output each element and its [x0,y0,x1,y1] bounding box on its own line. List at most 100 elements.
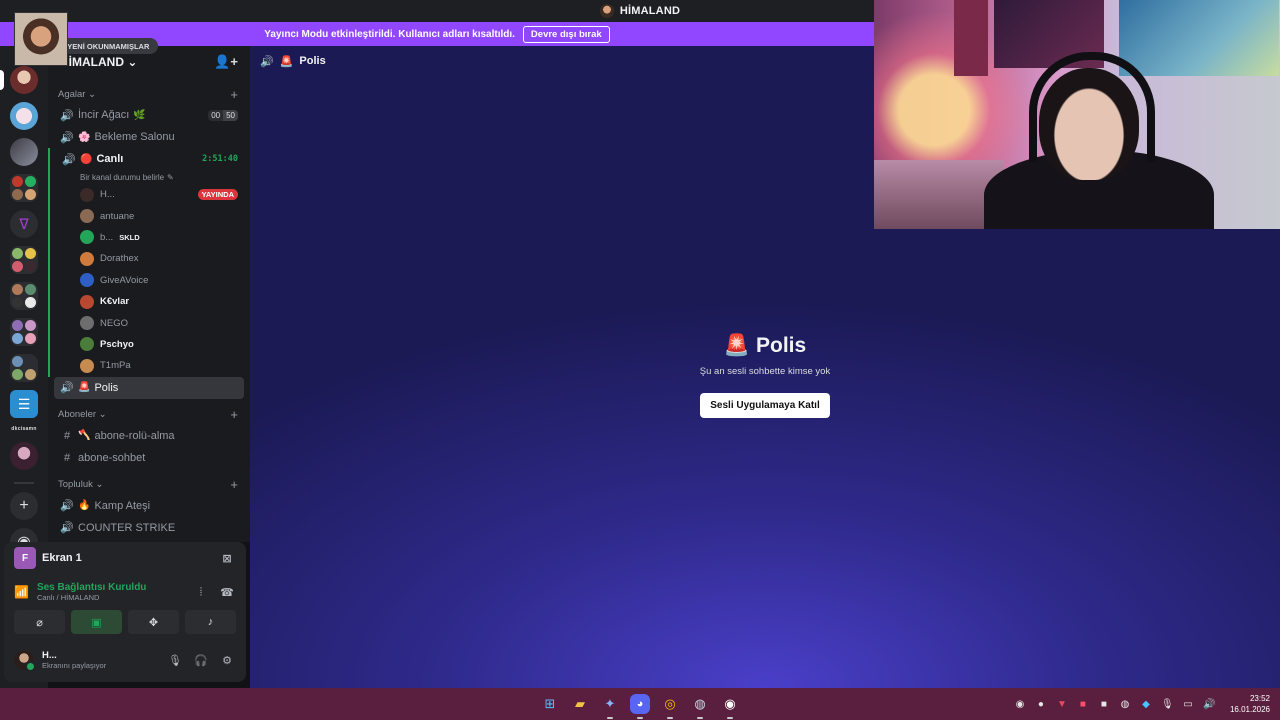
category-aboneler[interactable]: Aboneler ⌄ + [48,405,250,425]
tray-app-icon[interactable]: ■ [1098,699,1110,710]
network-icon[interactable]: ▭ [1182,699,1194,710]
clock[interactable]: 23:52 16.01.2026 [1230,693,1270,715]
server-avatar-icon [599,4,614,18]
app-icon[interactable]: ✦ [600,694,620,719]
invite-people-icon[interactable]: 👤+ [214,54,238,70]
channel-label: Bekleme Salonu [94,131,175,143]
avatar[interactable] [14,650,36,672]
voice-user[interactable]: K€vlar [50,291,250,312]
microphone-icon[interactable]: 🎙 [166,654,184,667]
empty-state-text: Şu an sesli sohbette kimse yok [699,366,831,377]
file-explorer-icon[interactable]: ▰ [570,694,590,714]
channel-status-setter[interactable]: Bir kanal durumu belirle ✎ [80,170,250,184]
server-icon-wolf[interactable]: ᐁ [10,210,38,238]
hashtag-icon: # [63,429,71,442]
leaf-icon: 🌿 [133,109,146,121]
channel-label: Kamp Ateşi [94,499,151,512]
disconnect-icon[interactable]: ☎ [218,586,236,599]
category-agalar[interactable]: Agalar ⌄ + [48,84,250,104]
category-label: Topluluk [58,479,93,491]
pencil-icon: ✎ [167,172,174,182]
server-icon-himaland[interactable] [0,66,38,94]
voice-channel-kamp[interactable]: 🔊 🔥 Kamp Ateşi [54,495,244,517]
text-channel-abone-rolu[interactable]: # 🪓 abone-rolü-alma [54,425,244,447]
server-folder[interactable] [10,318,38,346]
obs-icon[interactable]: ◉ [720,694,740,719]
voice-user[interactable]: antuane [50,205,250,226]
voice-user[interactable]: H... YAYINDA [50,184,250,205]
windows-taskbar: ⊞ ▰ ✦ ◕ ◎ ◍ ◉ ◉ ● ▼ ■ ■ ◍ ◆ 🎙 ▭ 🔊 23:52 … [0,688,1280,720]
speaker-icon: 🔊 [60,109,74,122]
voice-channel-polis[interactable]: 🔊 🚨 Polis [54,376,244,399]
chrome-icon[interactable]: ◎ [660,694,680,719]
voice-user[interactable]: b... SKLD [50,227,250,248]
clock-date: 16.01.2026 [1229,705,1270,714]
channel-sidebar: HİMALAND ⌄ 👤+ Agalar ⌄ + 🔊 İncir Ağacı 🌿… [48,46,250,542]
avatar [80,358,94,373]
text-channel-abone-sohbet[interactable]: # abone-sohbet [54,447,244,469]
windows-start-icon[interactable]: ⊞ [540,694,560,714]
add-channel-icon[interactable]: + [230,477,238,492]
server-folder[interactable] [10,354,38,382]
voice-channel-incir[interactable]: 🔊 İncir Ağacı 🌿 00 50 [54,104,244,126]
connection-status[interactable]: Ses Bağlantısı Kuruldu [37,582,146,593]
camera-off-icon[interactable]: ⌀ [14,610,65,634]
voice-user-name: T1mPa [100,360,131,372]
add-channel-icon[interactable]: + [230,407,238,422]
signal-icon[interactable]: 📶 [14,585,29,599]
avatar [80,187,94,202]
channel-label: İncir Ağacı [78,109,130,121]
webcam-overlay [874,0,1280,229]
server-icon[interactable] [10,138,38,166]
activities-icon[interactable]: ✥ [128,610,179,634]
voice-channel-counter[interactable]: 🔊 COUNTER STRIKE [54,517,244,539]
voice-channel-canli[interactable]: 🔊 🔴 Canlı 2:51:40 [56,148,244,170]
tray-app-icon[interactable]: ● [1035,699,1047,710]
gear-icon[interactable]: ⚙ [218,654,236,667]
tray-app-icon[interactable]: ■ [1077,699,1089,710]
voice-user[interactable]: Dorathex [50,248,250,269]
avatar [80,251,94,266]
tray-app-icon[interactable]: ◆ [1140,699,1152,710]
headphones-icon[interactable]: 🎧 [192,654,210,667]
user-area: H... Ekranını paylaşıyor 🎙 🎧 ⚙ [4,640,246,680]
voice-connection-row: 📶 Ses Bağlantısı Kuruldu Canlı / HİMALAN… [4,574,246,610]
connection-channel[interactable]: Canlı / HİMALAND [37,593,146,602]
user-name[interactable]: H... [42,650,106,661]
voice-user[interactable]: Pschyo [50,334,250,355]
voice-user[interactable]: NEGO [50,312,250,333]
call-timer: 2:51:40 [202,154,238,164]
avatar [80,337,94,352]
channel-label: Polis [94,381,119,394]
steam-icon[interactable]: ◍ [690,694,710,719]
voice-user[interactable]: T1mPa [50,355,250,376]
server-name: HİMALAND [60,55,124,69]
steam-tray-icon[interactable]: ◍ [1119,699,1131,710]
discord-icon[interactable]: ◕ [630,694,650,719]
server-icon[interactable] [10,442,38,470]
server-folder[interactable] [10,246,38,274]
disable-streamer-mode-button[interactable]: Devre dışı bırak [522,25,610,43]
join-voice-button[interactable]: Sesli Uygulamaya Katıl [700,393,830,418]
webcam-overlay-small [14,12,68,66]
server-icon-notes[interactable]: ☰ [10,390,38,418]
voice-channel-bekleme[interactable]: 🔊 🌸 Bekleme Salonu [54,126,244,148]
tray-app-icon[interactable]: ◉ [1014,699,1026,710]
microphone-icon[interactable]: 🎙 [1161,699,1174,710]
voice-user-list: H... YAYINDA antuane b... SKLD Dorathex GiveAV… [50,184,250,377]
category-topluluk[interactable]: Topluluk ⌄ + [48,475,250,495]
volume-icon[interactable]: 🔊 [1203,699,1215,710]
tray-app-icon[interactable]: ▼ [1056,699,1068,710]
noise-suppression-icon[interactable]: ⦙ [192,586,210,599]
screen-share-icon[interactable]: ▣ [71,610,122,634]
stop-stream-icon[interactable]: ⊠ [218,552,236,565]
voice-user[interactable]: GiveAVoice [50,270,250,291]
add-server-icon[interactable]: + [10,492,38,520]
server-folder[interactable] [10,282,38,310]
soundboard-icon[interactable]: ♪ [185,610,236,634]
voice-user-name: GiveAVoice [100,274,149,286]
add-channel-icon[interactable]: + [230,87,238,102]
server-icon[interactable] [10,102,38,130]
server-folder[interactable] [10,174,38,202]
channel-label: abone-sohbet [78,451,146,464]
